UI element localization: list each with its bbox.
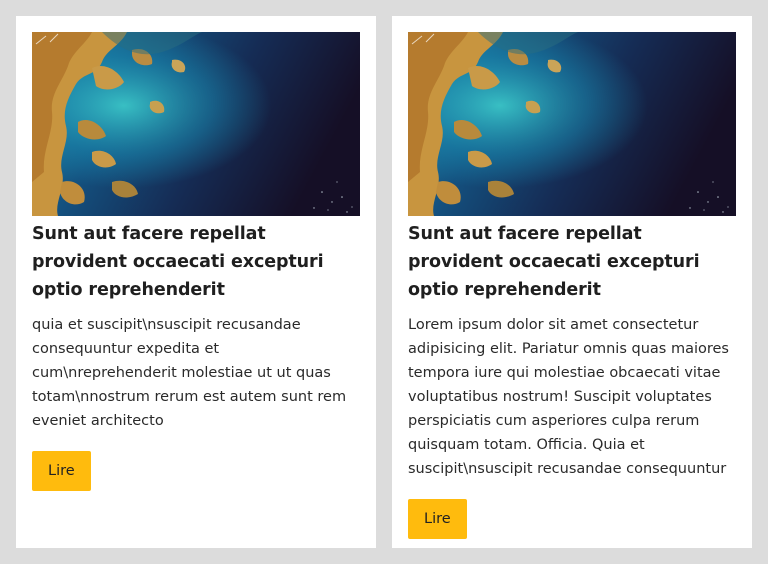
article-card: Sunt aut facere repellat provident occae… [392, 16, 752, 548]
article-title: Sunt aut facere repellat provident occae… [408, 224, 700, 300]
article-card: Sunt aut facere repellat provident occae… [16, 16, 376, 548]
article-excerpt: Lorem ipsum dolor sit amet consectetur a… [408, 317, 729, 477]
read-button[interactable]: Lire [32, 451, 91, 491]
card-grid: Sunt aut facere repellat provident occae… [0, 0, 768, 564]
article-image [32, 32, 360, 216]
read-button[interactable]: Lire [408, 499, 467, 539]
article-excerpt: quia et suscipit\nsuscipit recusandae co… [32, 317, 347, 429]
article-image [408, 32, 736, 216]
article-title: Sunt aut facere repellat provident occae… [32, 224, 324, 300]
